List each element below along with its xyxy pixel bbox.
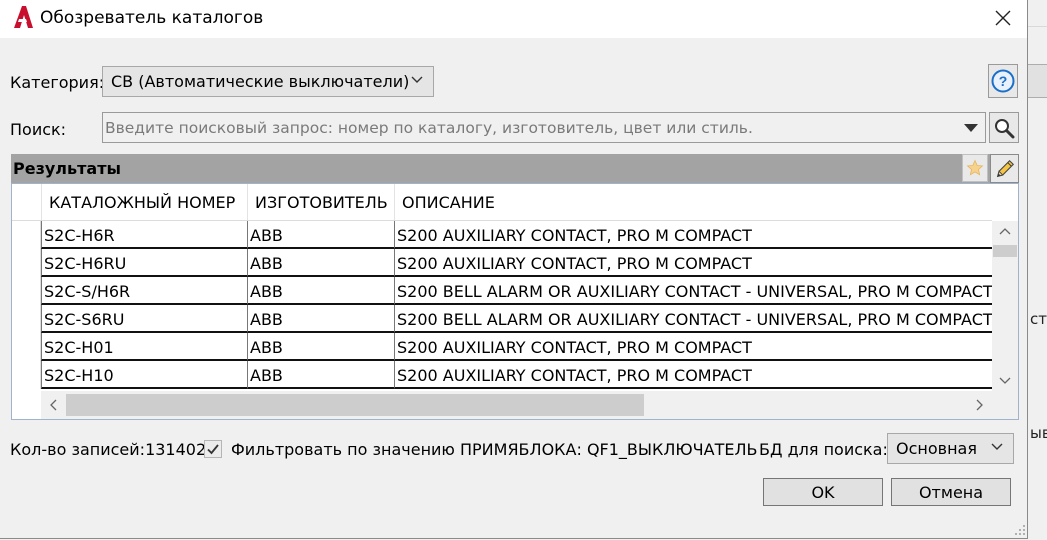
help-icon: ? bbox=[991, 69, 1015, 93]
column-header-catalog-number[interactable]: КАТАЛОЖНЫЙ НОМЕР bbox=[41, 184, 247, 220]
background-button bbox=[1026, 64, 1047, 98]
filter-label: Фильтровать по значению ПРИМЯБЛОКА: QF1_… bbox=[231, 440, 758, 459]
db-label: БД для поиска: bbox=[759, 440, 888, 459]
cell-manufacturer: ABB bbox=[247, 333, 394, 361]
vertical-scroll-thumb[interactable] bbox=[993, 245, 1017, 257]
ok-button[interactable]: OK bbox=[763, 478, 883, 506]
header-corner bbox=[12, 184, 42, 220]
scroll-left-button[interactable] bbox=[41, 391, 65, 419]
dropdown-arrow-icon[interactable] bbox=[964, 124, 978, 132]
search-label: Поиск: bbox=[10, 120, 67, 139]
table-header: КАТАЛОЖНЫЙ НОМЕР ИЗГОТОВИТЕЛЬ ОПИСАНИЕ bbox=[12, 184, 992, 221]
cell-catalog-number: S2C-S/H6R bbox=[41, 277, 247, 305]
category-label: Категория: bbox=[10, 73, 105, 92]
star-icon bbox=[966, 159, 984, 176]
results-title: Результаты bbox=[13, 159, 121, 178]
edit-button[interactable] bbox=[990, 154, 1019, 183]
column-header-manufacturer[interactable]: ИЗГОТОВИТЕЛЬ bbox=[247, 184, 394, 220]
table-body: S2C-H6R ABB S200 AUXILIARY CONTACT, PRO … bbox=[12, 221, 992, 391]
row-selector[interactable] bbox=[12, 249, 41, 277]
table-row[interactable]: S2C-H6RU ABB S200 AUXILIARY CONTACT, PRO… bbox=[12, 249, 992, 277]
chevron-down-icon bbox=[411, 76, 423, 83]
horizontal-scroll-thumb[interactable] bbox=[66, 394, 644, 416]
category-value: СВ (Автоматические выключатели) bbox=[111, 72, 410, 91]
background-text-fragment: стро bbox=[1030, 310, 1047, 328]
scroll-corner bbox=[992, 391, 1018, 419]
pencil-icon bbox=[996, 159, 1014, 177]
record-count-caption: Кол-во записей: bbox=[10, 440, 146, 459]
scroll-corner-left bbox=[12, 391, 42, 419]
db-dropdown[interactable]: Основная bbox=[887, 433, 1014, 464]
table-row[interactable]: S2C-H6R ABB S200 AUXILIARY CONTACT, PRO … bbox=[12, 221, 992, 249]
background-separator bbox=[1028, 26, 1047, 27]
close-button[interactable] bbox=[980, 0, 1026, 36]
favorite-button[interactable] bbox=[962, 154, 988, 182]
cell-catalog-number: S2C-H6RU bbox=[41, 249, 247, 277]
vertical-scrollbar[interactable] bbox=[992, 221, 1018, 391]
svg-text:?: ? bbox=[999, 73, 1008, 89]
table-row[interactable]: S2C-H01 ABB S200 AUXILIARY CONTACT, PRO … bbox=[12, 333, 992, 361]
scroll-down-button[interactable] bbox=[992, 371, 1018, 391]
chevron-right-icon bbox=[976, 399, 983, 411]
chevron-down-icon bbox=[991, 443, 1003, 450]
row-selector[interactable] bbox=[12, 333, 41, 361]
table-row[interactable]: S2C-S/H6R ABB S200 BELL ALARM OR AUXILIA… bbox=[12, 277, 992, 305]
cell-catalog-number: S2C-H6R bbox=[41, 221, 247, 249]
search-button[interactable] bbox=[989, 112, 1019, 143]
record-count-value: 131402 bbox=[145, 440, 207, 459]
column-header-description[interactable]: ОПИСАНИЕ bbox=[394, 184, 992, 220]
row-selector[interactable] bbox=[12, 305, 41, 333]
cell-manufacturer: ABB bbox=[247, 277, 394, 305]
help-button[interactable]: ? bbox=[988, 64, 1018, 98]
table-row[interactable]: S2C-H10 ABB S200 AUXILIARY CONTACT, PRO … bbox=[12, 361, 992, 389]
cell-manufacturer: ABB bbox=[247, 221, 394, 249]
cell-description: S200 AUXILIARY CONTACT, PRO M COMPACT bbox=[394, 221, 992, 249]
search-icon bbox=[995, 118, 1015, 138]
cell-description: S200 AUXILIARY CONTACT, PRO M COMPACT bbox=[394, 333, 992, 361]
search-input[interactable] bbox=[103, 113, 957, 142]
cell-description: S200 BELL ALARM OR AUXILIARY CONTACT - U… bbox=[394, 277, 992, 305]
chevron-down-icon bbox=[999, 377, 1011, 384]
chevron-up-icon bbox=[999, 228, 1011, 235]
window-title: Обозреватель каталогов bbox=[40, 8, 264, 28]
cell-description: S200 AUXILIARY CONTACT, PRO M COMPACT bbox=[394, 249, 992, 277]
scroll-right-button[interactable] bbox=[968, 391, 992, 419]
horizontal-scrollbar[interactable] bbox=[41, 391, 992, 419]
cell-catalog-number: S2C-H01 bbox=[41, 333, 247, 361]
cell-manufacturer: ABB bbox=[247, 361, 394, 389]
cell-catalog-number: S2C-S6RU bbox=[41, 305, 247, 333]
title-bar: Обозреватель каталогов bbox=[0, 0, 1027, 38]
catalog-browser-dialog: Обозреватель каталогов Категория: СВ (Ав… bbox=[0, 0, 1028, 539]
category-dropdown[interactable]: СВ (Автоматические выключатели) bbox=[102, 66, 434, 97]
autocad-logo-icon bbox=[14, 6, 33, 28]
scroll-up-button[interactable] bbox=[992, 221, 1018, 241]
cancel-button[interactable]: Отмена bbox=[891, 478, 1011, 506]
row-selector[interactable] bbox=[12, 221, 41, 249]
background-window: стро ыво bbox=[1026, 0, 1047, 540]
results-header: Результаты bbox=[11, 154, 1019, 183]
checkmark-icon bbox=[207, 444, 219, 455]
background-text-fragment: ыво bbox=[1030, 424, 1047, 442]
cell-manufacturer: ABB bbox=[247, 249, 394, 277]
row-selector[interactable] bbox=[12, 277, 41, 305]
filter-checkbox[interactable] bbox=[204, 440, 222, 458]
cell-catalog-number: S2C-H10 bbox=[41, 361, 247, 389]
cell-description: S200 BELL ALARM OR AUXILIARY CONTACT - U… bbox=[394, 305, 992, 333]
db-value: Основная bbox=[896, 439, 977, 458]
record-count-label: Кол-во записей:131402 bbox=[10, 440, 206, 459]
search-combobox[interactable] bbox=[102, 112, 986, 143]
results-table: КАТАЛОЖНЫЙ НОМЕР ИЗГОТОВИТЕЛЬ ОПИСАНИЕ S… bbox=[11, 183, 1019, 420]
cell-manufacturer: ABB bbox=[247, 305, 394, 333]
table-row[interactable]: S2C-S6RU ABB S200 BELL ALARM OR AUXILIAR… bbox=[12, 305, 992, 333]
row-selector[interactable] bbox=[12, 361, 41, 389]
close-icon bbox=[995, 10, 1011, 26]
cell-description: S200 AUXILIARY CONTACT, PRO M COMPACT bbox=[394, 361, 992, 389]
chevron-left-icon bbox=[50, 399, 57, 411]
resize-grip-icon[interactable] bbox=[1012, 522, 1026, 536]
